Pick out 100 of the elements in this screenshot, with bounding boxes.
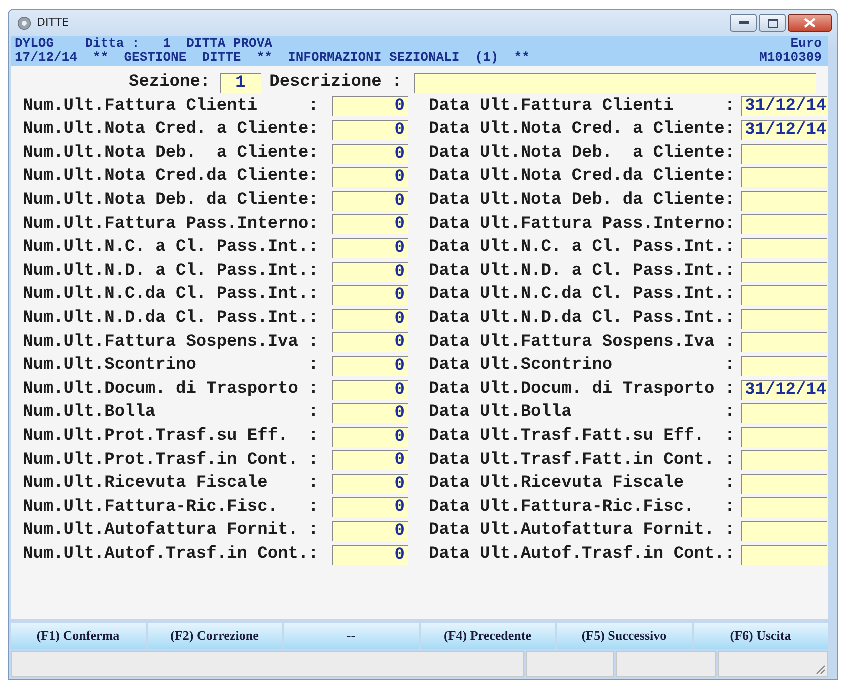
- number-field[interactable]: 0: [332, 426, 408, 447]
- function-key-button[interactable]: (F4) Precedente: [420, 623, 555, 649]
- field-label: Num.Ult.Nota Cred.da Cliente:: [23, 166, 320, 188]
- date-field[interactable]: [741, 403, 827, 424]
- field-label: Num.Ult.N.D.da Cl. Pass.Int.:: [23, 308, 320, 330]
- field-label: Data Ult.Nota Deb. a Cliente:: [429, 142, 735, 165]
- field-label: Data Ult.Fattura Sospens.Iva :: [429, 332, 735, 354]
- date-field[interactable]: [741, 356, 827, 376]
- field-label: Num.Ult.Fattura Sospens.Iva :: [23, 332, 320, 354]
- field-label: Num.Ult.Nota Cred. a Cliente:: [23, 119, 320, 142]
- number-field[interactable]: 0: [332, 190, 408, 211]
- date-field[interactable]: [741, 521, 827, 542]
- function-key-button[interactable]: (F2) Correzione: [148, 623, 282, 649]
- field-label: Num.Ult.Prot.Trasf.in Cont. :: [23, 450, 320, 472]
- number-field[interactable]: 0: [332, 238, 408, 258]
- field-label: Num.Ult.Autof.Trasf.in Cont.:: [23, 544, 320, 566]
- date-field[interactable]: [741, 332, 827, 352]
- date-field[interactable]: [741, 285, 827, 306]
- field-label: Num.Ult.N.D. a Cl. Pass.Int.:: [23, 260, 320, 283]
- number-field[interactable]: 0: [332, 474, 408, 494]
- number-field[interactable]: 0: [332, 521, 408, 542]
- field-label: Data Ult.N.D.da Cl. Pass.Int.:: [429, 308, 735, 330]
- close-icon: [804, 18, 816, 28]
- field-label: Data Ult.Nota Cred. a Cliente:: [429, 119, 735, 142]
- field-label: Data Ult.Nota Cred.da Cliente:: [429, 166, 735, 188]
- date-field[interactable]: 31/12/14: [741, 96, 827, 116]
- date-field[interactable]: 31/12/14: [741, 380, 827, 400]
- function-key-button[interactable]: (F1) Conferma: [11, 623, 146, 649]
- field-label: Num.Ult.N.C.da Cl. Pass.Int.:: [23, 284, 320, 306]
- date-field[interactable]: [741, 190, 827, 211]
- number-field[interactable]: 0: [332, 308, 408, 329]
- resize-grip-icon[interactable]: [815, 664, 826, 675]
- function-key-button[interactable]: (F5) Successivo: [557, 623, 692, 649]
- field-label: Data Ult.Fattura Pass.Interno:: [429, 214, 735, 236]
- date-field[interactable]: [741, 474, 827, 494]
- date-field[interactable]: [741, 144, 827, 164]
- number-field[interactable]: 0: [332, 262, 408, 282]
- field-label: Num.Ult.Nota Deb. da Cliente:: [23, 190, 320, 212]
- header-text: 17/12/14 ** GESTIONE DITTE ** INFORMAZIONI SEZIONALI (1) **: [15, 51, 530, 65]
- field-label: Descrizione :: [270, 72, 402, 94]
- field-label: Num.Ult.Autofattura Fornit. :: [23, 520, 320, 542]
- field-label: Data Ult.Docum. di Trasporto :: [429, 378, 735, 401]
- date-field[interactable]: 31/12/14: [741, 120, 827, 140]
- number-field[interactable]: 0: [332, 285, 408, 306]
- minimize-icon: [738, 21, 748, 25]
- number-field[interactable]: 0: [332, 450, 408, 470]
- field-label: Num.Ult.N.C. a Cl. Pass.Int.:: [23, 237, 320, 260]
- header-text: DYLOG Ditta : 1 DITTA PROVA: [15, 37, 272, 51]
- field-label: Data Ult.Scontrino :: [429, 355, 735, 378]
- function-key-button[interactable]: (F6) Uscita: [694, 623, 828, 649]
- field-label: Num.Ult.Fattura Clienti :: [23, 96, 320, 118]
- field-label: Data Ult.Fattura Clienti :: [429, 96, 735, 118]
- program-code: M1010309: [760, 51, 822, 65]
- number-field[interactable]: 0: [332, 144, 408, 164]
- number-field[interactable]: 0: [332, 332, 408, 352]
- number-field[interactable]: 0: [332, 167, 408, 188]
- number-field[interactable]: 0: [332, 380, 408, 400]
- number-field[interactable]: 0: [332, 356, 408, 376]
- number-field[interactable]: 0: [332, 96, 408, 116]
- date-field[interactable]: [741, 426, 827, 447]
- number-field[interactable]: 0: [332, 214, 408, 234]
- date-field[interactable]: [741, 238, 827, 258]
- date-field[interactable]: [741, 167, 827, 188]
- field-label: Sezione:: [129, 72, 211, 94]
- field-label: Num.Ult.Scontrino :: [23, 355, 320, 378]
- field-label: Num.Ult.Docum. di Trasporto :: [23, 378, 320, 401]
- date-field[interactable]: [741, 497, 827, 518]
- field-label: Data Ult.Trasf.Fatt.su Eff. :: [429, 426, 735, 448]
- field-label: Data Ult.Autof.Trasf.in Cont.:: [429, 544, 735, 566]
- field-label: Data Ult.N.C. a Cl. Pass.Int.:: [429, 237, 735, 260]
- window-title: DITTE: [37, 14, 69, 31]
- date-field[interactable]: [741, 450, 827, 470]
- maximize-icon: [768, 18, 778, 28]
- field-label: Data Ult.Fattura-Ric.Fisc. :: [429, 496, 735, 519]
- date-field[interactable]: [741, 544, 827, 565]
- field-label: Data Ult.Bolla :: [429, 402, 735, 424]
- field-label: Num.Ult.Nota Deb. a Cliente:: [23, 142, 320, 165]
- date-field[interactable]: [741, 262, 827, 282]
- currency-label: Euro: [790, 37, 822, 51]
- description-field[interactable]: [414, 72, 816, 93]
- field-label: Data Ult.N.C.da Cl. Pass.Int.:: [429, 284, 735, 306]
- field-label: Data Ult.Ricevuta Fiscale :: [429, 473, 735, 496]
- field-label: Data Ult.N.D. a Cl. Pass.Int.:: [429, 260, 735, 283]
- close-button[interactable]: [788, 14, 832, 32]
- number-field[interactable]: 0: [332, 497, 408, 518]
- date-field[interactable]: [741, 214, 827, 234]
- field-label: Num.Ult.Bolla :: [23, 402, 320, 424]
- number-field[interactable]: 0: [332, 403, 408, 424]
- function-key-button[interactable]: --: [284, 623, 418, 649]
- section-field[interactable]: 1: [220, 72, 261, 93]
- field-label: Num.Ult.Prot.Trasf.su Eff. :: [23, 426, 320, 448]
- field-label: Data Ult.Nota Deb. da Cliente:: [429, 190, 735, 212]
- number-field[interactable]: 0: [332, 544, 408, 565]
- field-label: Num.Ult.Ricevuta Fiscale :: [23, 473, 320, 496]
- maximize-button[interactable]: [759, 14, 786, 32]
- number-field[interactable]: 0: [332, 120, 408, 140]
- date-field[interactable]: [741, 308, 827, 329]
- minimize-button[interactable]: [730, 14, 757, 32]
- field-label: Data Ult.Trasf.Fatt.in Cont. :: [429, 450, 735, 472]
- field-label: Num.Ult.Fattura Pass.Interno:: [23, 214, 320, 236]
